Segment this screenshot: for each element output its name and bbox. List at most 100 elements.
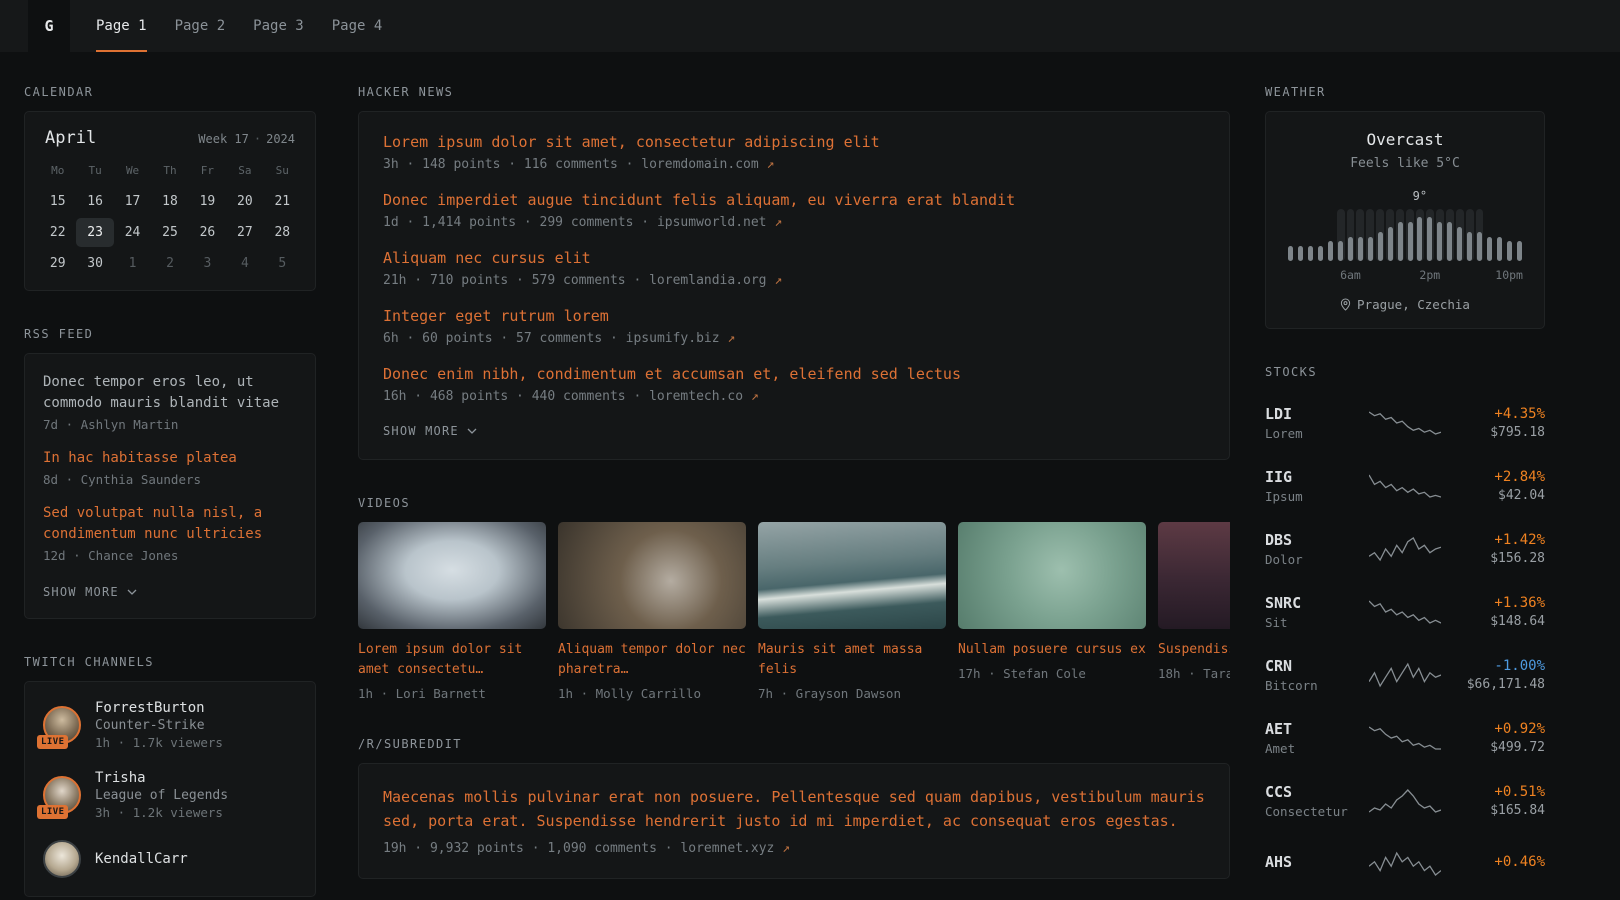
rss-item-headline[interactable]: Donec tempor eros leo, ut commodo mauris… [43, 372, 297, 414]
hn-story: Donec enim nibh, condimentum et accumsan… [383, 364, 1205, 404]
hn-story-headline[interactable]: Lorem ipsum dolor sit amet, consectetur … [383, 132, 1205, 153]
stock-row[interactable]: IIG Ipsum +2.84% $42.04 [1265, 454, 1545, 517]
video-card[interactable]: Nullam posuere cursus ex 17h · Stefan Co… [958, 522, 1146, 701]
weather-condition: Overcast [1286, 130, 1524, 149]
weather-hour-column [1455, 209, 1465, 261]
video-thumbnail[interactable] [1158, 522, 1230, 629]
weather-chart [1286, 209, 1524, 261]
video-card[interactable]: Suspendisse diam 18h · Tara [1158, 522, 1230, 701]
video-thumbnail[interactable] [758, 522, 946, 629]
weather-hour-column [1514, 209, 1524, 261]
hn-story-domain-link[interactable]: loremtech.co ↗ [649, 389, 759, 404]
stock-row[interactable]: CRN Bitcorn -1.00% $66,171.48 [1265, 643, 1545, 706]
weather-hour-column [1435, 209, 1445, 261]
video-title[interactable]: Nullam posuere cursus ex [958, 640, 1146, 660]
video-title[interactable]: Aliquam tempor dolor nec pharetra… [558, 640, 746, 680]
calendar-day: 27 [226, 218, 263, 247]
video-title[interactable]: Suspendisse diam [1158, 640, 1230, 660]
rss-item-headline[interactable]: In hac habitasse platea [43, 448, 297, 469]
tab-page-3[interactable]: Page 3 [253, 0, 304, 52]
stock-sparkline [1365, 599, 1445, 625]
stock-name: Dolor [1265, 552, 1365, 567]
calendar-widget: CALENDAR April Week 17·2024 MoTuWeThFrSa… [24, 85, 316, 291]
stock-id: AET Amet [1265, 720, 1365, 756]
external-link-icon: ↗ [774, 215, 782, 230]
hn-story-headline[interactable]: Donec enim nibh, condimentum et accumsan… [383, 364, 1205, 385]
weather-hour-column [1385, 209, 1395, 261]
channel-meta: 1h · 1.7k viewers [95, 735, 223, 750]
stock-name: Bitcorn [1265, 678, 1365, 693]
hn-show-more-button[interactable]: SHOW MORE [383, 424, 477, 438]
video-card[interactable]: Lorem ipsum dolor sit amet consectetu… 1… [358, 522, 546, 701]
calendar-year: 2024 [266, 132, 295, 146]
hn-story-headline[interactable]: Donec imperdiet augue tincidunt felis al… [383, 190, 1205, 211]
stock-symbol: AET [1265, 720, 1365, 738]
stock-change: +1.36% [1445, 595, 1545, 611]
channel-info: Trisha League of Legends 3h · 1.2k viewe… [95, 770, 228, 820]
reddit-post-headline[interactable]: Maecenas mollis pulvinar erat non posuer… [383, 786, 1205, 833]
right-column: WEATHER Overcast Feels like 5°C 9° 6am2p… [1265, 85, 1545, 900]
weather-hour-column [1405, 209, 1415, 261]
subreddit-widget-title: /R/SUBREDDIT [358, 737, 1230, 751]
twitch-channel-row[interactable]: LIVE ForrestBurton Counter-Strike 1h · 1… [43, 700, 297, 750]
video-thumbnail[interactable] [958, 522, 1146, 629]
calendar-day-header: Tu [76, 160, 113, 185]
rss-show-more-button[interactable]: SHOW MORE [43, 585, 137, 599]
page-tabs: Page 1 Page 2 Page 3 Page 4 [96, 0, 410, 52]
stock-row[interactable]: DBS Dolor +1.42% $156.28 [1265, 517, 1545, 580]
twitch-channel-row[interactable]: LIVE Trisha League of Legends 3h · 1.2k … [43, 770, 297, 820]
calendar-day: 24 [114, 218, 151, 247]
stock-values: +0.51% $165.84 [1445, 784, 1545, 818]
tab-page-1[interactable]: Page 1 [96, 0, 147, 52]
channel-info: ForrestBurton Counter-Strike 1h · 1.7k v… [95, 700, 223, 750]
hn-story-domain-link[interactable]: ipsumify.biz ↗ [626, 331, 736, 346]
video-card[interactable]: Mauris sit amet massa felis 7h · Grayson… [758, 522, 946, 701]
rss-item-headline[interactable]: Sed volutpat nulla nisl, a condimentum n… [43, 503, 297, 545]
stock-row[interactable]: CCS Consectetur +0.51% $165.84 [1265, 769, 1545, 832]
weather-hour-column [1395, 209, 1405, 261]
calendar-day: 30 [76, 249, 113, 278]
stock-row[interactable]: AET Amet +0.92% $499.72 [1265, 706, 1545, 769]
reddit-post-meta: 19h · 9,932 points · 1,090 comments · lo… [383, 841, 1205, 856]
channel-game: Counter-Strike [95, 718, 223, 733]
calendar-day: 22 [39, 218, 76, 247]
video-title[interactable]: Lorem ipsum dolor sit amet consectetu… [358, 640, 546, 680]
rss-item-meta: 8d · Cynthia Saunders [43, 472, 297, 487]
calendar-day: 28 [264, 218, 301, 247]
calendar-day: 20 [226, 187, 263, 216]
tab-page-2[interactable]: Page 2 [175, 0, 226, 52]
video-thumbnail[interactable] [358, 522, 546, 629]
videos-widget-title: VIDEOS [358, 496, 1230, 510]
tab-page-4[interactable]: Page 4 [332, 0, 383, 52]
calendar-day: 23 [76, 218, 113, 247]
stock-row[interactable]: LDI Lorem +4.35% $795.18 [1265, 391, 1545, 454]
video-thumbnail[interactable] [558, 522, 746, 629]
hn-story-headline[interactable]: Integer eget rutrum lorem [383, 306, 1205, 327]
stock-sparkline [1365, 725, 1445, 751]
stock-price: $156.28 [1445, 551, 1545, 566]
weather-hour-column [1484, 209, 1494, 261]
twitch-channel-row[interactable]: KendallCarr [43, 840, 297, 878]
stock-values: +0.92% $499.72 [1445, 721, 1545, 755]
stock-symbol: IIG [1265, 468, 1365, 486]
hn-story-meta-text: 1d · 1,414 points · 299 comments · [383, 215, 657, 230]
weather-hour-column [1355, 209, 1365, 261]
stock-row[interactable]: SNRC Sit +1.36% $148.64 [1265, 580, 1545, 643]
hn-story-domain-link[interactable]: ipsumworld.net ↗ [657, 215, 782, 230]
stock-row[interactable]: AHS +0.46% [1265, 832, 1545, 895]
hn-story-headline[interactable]: Aliquam nec cursus elit [383, 248, 1205, 269]
app-logo[interactable]: G [28, 0, 70, 52]
hacker-news-widget-title: HACKER NEWS [358, 85, 1230, 99]
calendar-day: 2 [151, 249, 188, 278]
channel-info: KendallCarr [95, 851, 188, 867]
stock-sparkline [1365, 536, 1445, 562]
stock-symbol: SNRC [1265, 594, 1365, 612]
weather-hour-column [1504, 209, 1514, 261]
chevron-down-icon [127, 589, 137, 595]
reddit-post-domain-link[interactable]: loremnet.xyz ↗ [680, 841, 790, 856]
video-card[interactable]: Aliquam tempor dolor nec pharetra… 1h · … [558, 522, 746, 701]
hn-story-domain-link[interactable]: loremlandia.org ↗ [649, 273, 782, 288]
hn-story-domain-link[interactable]: loremdomain.com ↗ [641, 157, 774, 172]
video-title[interactable]: Mauris sit amet massa felis [758, 640, 946, 680]
weather-location: Prague, Czechia [1357, 297, 1470, 312]
